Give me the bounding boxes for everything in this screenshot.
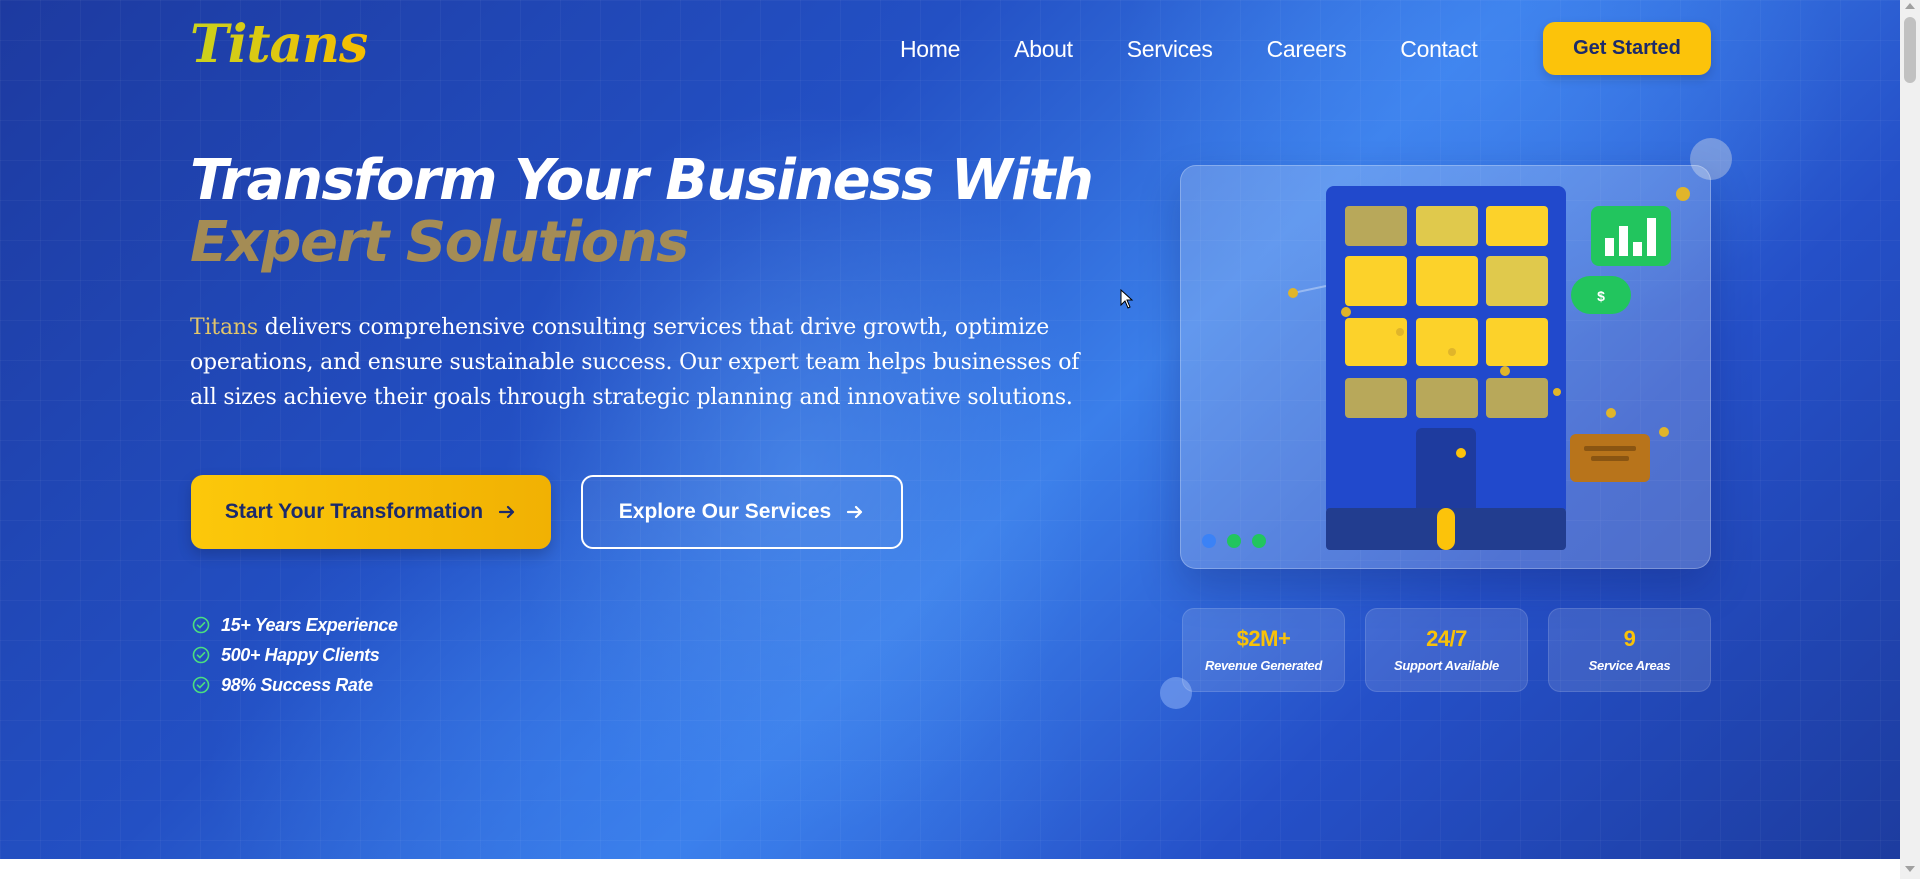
- hero-title-accent: Expert Solutions: [190, 210, 689, 275]
- highlight-item: 500+ Happy Clients: [191, 640, 398, 670]
- explore-services-label: Explore Our Services: [618, 500, 832, 523]
- hero-title: Transform Your Business With Expert Solu…: [190, 148, 1094, 275]
- stat-label: Service Areas: [1588, 658, 1671, 673]
- stat-card: $2M+ Revenue Generated: [1182, 608, 1345, 692]
- description-brand: Titans: [190, 315, 258, 340]
- stat-card: 24/7 Support Available: [1365, 608, 1528, 692]
- stat-value: 9: [1623, 626, 1636, 651]
- arrow-right-icon: [847, 505, 863, 519]
- logo[interactable]: Titans: [190, 14, 368, 75]
- svg-text:$: $: [1597, 288, 1605, 304]
- hero-description: Titans delivers comprehensive consulting…: [190, 310, 1090, 415]
- stat-label: Revenue Generated: [1204, 658, 1322, 673]
- page-scrollbar[interactable]: [1900, 0, 1920, 879]
- check-circle-icon: [192, 616, 210, 634]
- highlights-list: 15+ Years Experience 500+ Happy Clients …: [191, 610, 398, 700]
- start-transformation-label: Start Your Transformation: [224, 500, 484, 523]
- stat-value: 24/7: [1426, 626, 1467, 651]
- scroll-down-icon[interactable]: [1905, 866, 1915, 872]
- stat-value: $2M+: [1236, 626, 1291, 651]
- highlight-item: 15+ Years Experience: [191, 610, 398, 640]
- nav-contact-link[interactable]: Contact: [1400, 36, 1477, 63]
- scroll-up-icon[interactable]: [1905, 3, 1915, 9]
- nav-home-link[interactable]: Home: [900, 36, 960, 63]
- hero-illustration: $: [1180, 165, 1711, 569]
- highlight-text: 500+ Happy Clients: [221, 644, 380, 665]
- nav-about-link[interactable]: About: [1014, 36, 1073, 63]
- main-nav: Home About Services Careers Contact: [900, 36, 1478, 63]
- start-transformation-button[interactable]: Start Your Transformation: [191, 475, 551, 549]
- check-circle-icon: [192, 646, 210, 664]
- mouse-cursor-icon: [1120, 289, 1134, 309]
- scroll-thumb[interactable]: [1904, 17, 1916, 83]
- check-circle-icon: [192, 676, 210, 694]
- explore-services-button[interactable]: Explore Our Services: [581, 475, 903, 549]
- hero-title-line1: Transform Your Business With: [190, 148, 1094, 213]
- stat-label: Support Available: [1394, 658, 1499, 673]
- highlight-text: 98% Success Rate: [221, 674, 373, 695]
- nav-services-link[interactable]: Services: [1127, 36, 1213, 63]
- nav-careers-link[interactable]: Careers: [1267, 36, 1347, 63]
- building-illustration-icon: $: [1202, 186, 1690, 550]
- hero-section: Titans Home About Services Careers Conta…: [0, 0, 1900, 859]
- highlight-text: 15+ Years Experience: [221, 614, 398, 635]
- highlight-item: 98% Success Rate: [191, 670, 398, 700]
- arrow-right-icon: [499, 505, 515, 519]
- description-text: delivers comprehensive consulting servic…: [190, 315, 1080, 410]
- get-started-button[interactable]: Get Started: [1543, 22, 1711, 75]
- stat-card: 9 Service Areas: [1548, 608, 1711, 692]
